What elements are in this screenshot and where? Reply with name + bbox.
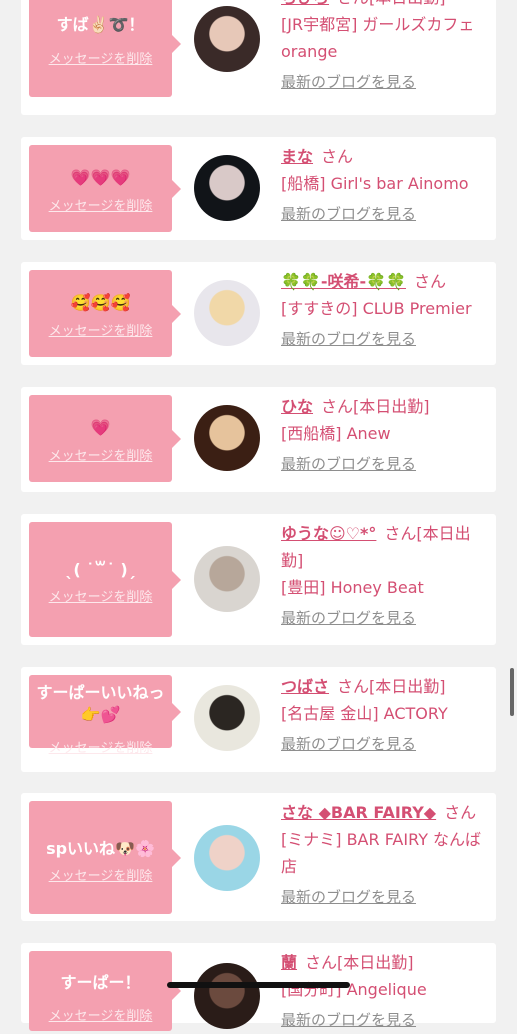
delete-message-link[interactable]: メッセージを削除 bbox=[29, 320, 172, 339]
cast-info: 蘭さん[本日出勤] [国分町] Angelique 最新のブログを見る bbox=[281, 949, 491, 1034]
attendance-status: [本日出勤] bbox=[337, 953, 414, 972]
honorific: さん bbox=[384, 524, 417, 543]
message-text: すーぱー！ bbox=[60, 973, 141, 992]
cast-name-link[interactable]: ちひろ bbox=[281, 0, 329, 7]
cast-info: ゆうな☺︎♡*° さん[本日出勤] [豊田] Honey Beat 最新のブログを見る bbox=[281, 520, 491, 632]
shop-name: [国分町] Angelique bbox=[281, 980, 427, 999]
shop-name: [西船橋] Anew bbox=[281, 424, 391, 443]
honorific: さん bbox=[321, 397, 354, 416]
cast-name-line: つばさ さん[本日出勤] bbox=[281, 673, 491, 700]
message-text: すば✌🏻➰！ bbox=[56, 15, 145, 34]
delete-message-link[interactable]: メッセージを削除 bbox=[29, 737, 172, 756]
latest-blog-link[interactable]: 最新のブログを見る bbox=[281, 605, 491, 632]
latest-blog-link[interactable]: 最新のブログを見る bbox=[281, 326, 491, 353]
honorific: さん bbox=[321, 147, 354, 166]
shop-name: [JR宇都宮] ガールズカフェ orange bbox=[281, 15, 475, 61]
cast-info: まな さん [船橋] Girl's bar Ainomo 最新のブログを見る bbox=[281, 143, 491, 228]
message-text: ˎ( ˙꒳˙ )ˏ bbox=[65, 560, 136, 579]
message-text: すーぱーいいねっ👉💕 bbox=[36, 683, 165, 724]
cast-name-line: ちひろ さん[本日出勤] bbox=[281, 0, 491, 11]
avatar[interactable] bbox=[194, 280, 260, 346]
delete-message-link[interactable]: メッセージを削除 bbox=[29, 586, 172, 605]
avatar[interactable] bbox=[194, 685, 260, 751]
message-card: すーぱーいいねっ👉💕 メッセージを削除 つばさ さん[本日出勤] [名古屋 金山] AC… bbox=[21, 667, 496, 772]
cast-name-link[interactable]: ひな bbox=[281, 397, 313, 416]
delete-message-link[interactable]: メッセージを削除 bbox=[29, 865, 172, 884]
message-bubble: すば✌🏻➰！ メッセージを削除 bbox=[29, 0, 181, 97]
cast-name-line: ひな さん[本日出勤] bbox=[281, 393, 491, 420]
message-card: 🥰🥰🥰 メッセージを削除 🍀🍀-咲希-🍀🍀 さん [すすきの] CLUB Premier… bbox=[21, 262, 496, 365]
delete-message-link[interactable]: メッセージを削除 bbox=[29, 48, 172, 67]
cast-name-line: ゆうな☺︎♡*° さん[本日出勤] bbox=[281, 520, 491, 574]
delete-message-link[interactable]: メッセージを削除 bbox=[29, 195, 172, 214]
message-card: 💗💗💗 メッセージを削除 まな さん [船橋] Girl's bar Ainomo 最新の… bbox=[21, 137, 496, 240]
delete-message-link[interactable]: メッセージを削除 bbox=[29, 445, 172, 464]
cast-info: 🍀🍀-咲希-🍀🍀 さん [すすきの] CLUB Premier 最新のブログを見る bbox=[281, 268, 491, 353]
honorific: さん bbox=[444, 803, 477, 822]
cast-name-line: 🍀🍀-咲希-🍀🍀 さん bbox=[281, 268, 491, 295]
message-card: spいいね🐶🌸 メッセージを削除 さな ◆BAR FAIRY◆ さん [ミナミ] BAR… bbox=[21, 793, 496, 921]
cast-name-link[interactable]: まな bbox=[281, 147, 313, 166]
latest-blog-link[interactable]: 最新のブログを見る bbox=[281, 69, 491, 96]
cast-name-link[interactable]: さな ◆BAR FAIRY◆ bbox=[281, 803, 436, 822]
cast-info: さな ◆BAR FAIRY◆ さん [ミナミ] BAR FAIRY なんば店最新のブ… bbox=[281, 799, 491, 911]
scrollbar[interactable] bbox=[510, 668, 514, 716]
message-bubble: すーぱー！ メッセージを削除 bbox=[29, 951, 181, 1031]
cast-info: ひな さん[本日出勤] [西船橋] Anew 最新のブログを見る bbox=[281, 393, 491, 478]
attendance-status: [本日出勤] bbox=[353, 397, 430, 416]
message-bubble: 💗💗💗 メッセージを削除 bbox=[29, 145, 181, 232]
honorific: さん bbox=[337, 0, 369, 7]
avatar[interactable] bbox=[194, 963, 260, 1029]
message-text: 🥰🥰🥰 bbox=[70, 293, 131, 312]
message-bubble: 💗 メッセージを削除 bbox=[29, 395, 181, 482]
message-card: すば✌🏻➰！ メッセージを削除 ちひろ さん[本日出勤] [JR宇都宮] ガールズカフェ… bbox=[21, 0, 496, 115]
attendance-status: [本日出勤] bbox=[369, 0, 446, 7]
message-card: 💗 メッセージを削除 ひな さん[本日出勤] [西船橋] Anew 最新のブログを見る bbox=[21, 387, 496, 492]
avatar[interactable] bbox=[194, 405, 260, 471]
message-text: spいいね🐶🌸 bbox=[46, 839, 155, 858]
cast-name-link[interactable]: 蘭 bbox=[281, 953, 297, 972]
message-bubble: ˎ( ˙꒳˙ )ˏ メッセージを削除 bbox=[29, 522, 181, 637]
honorific: さん bbox=[337, 677, 370, 696]
cast-name-link[interactable]: ゆうな☺︎♡*° bbox=[281, 524, 376, 543]
home-indicator[interactable] bbox=[167, 982, 350, 988]
delete-message-link[interactable]: メッセージを削除 bbox=[29, 1005, 172, 1024]
shop-name: [ミナミ] BAR FAIRY なんば店 bbox=[281, 830, 482, 876]
honorific: さん bbox=[413, 272, 446, 291]
honorific: さん bbox=[305, 953, 338, 972]
latest-blog-link[interactable]: 最新のブログを見る bbox=[281, 201, 491, 228]
shop-name: [すすきの] CLUB Premier bbox=[281, 299, 472, 318]
message-text: 💗 bbox=[90, 418, 111, 437]
cast-name-line: まな さん bbox=[281, 143, 491, 170]
message-text: 💗💗💗 bbox=[70, 168, 131, 187]
message-bubble: 🥰🥰🥰 メッセージを削除 bbox=[29, 270, 181, 357]
latest-blog-link[interactable]: 最新のブログを見る bbox=[281, 731, 491, 758]
shop-name: [船橋] Girl's bar Ainomo bbox=[281, 174, 469, 193]
latest-blog-link[interactable]: 最新のブログを見る bbox=[281, 1007, 491, 1034]
message-card: ˎ( ˙꒳˙ )ˏ メッセージを削除 ゆうな☺︎♡*° さん[本日出勤] [豊田] Ho… bbox=[21, 514, 496, 645]
cast-name-link[interactable]: 🍀🍀-咲希-🍀🍀 bbox=[281, 272, 406, 291]
shop-name: [豊田] Honey Beat bbox=[281, 578, 424, 597]
avatar[interactable] bbox=[194, 6, 260, 72]
message-bubble: すーぱーいいねっ👉💕 メッセージを削除 bbox=[29, 675, 181, 756]
cast-info: ちひろ さん[本日出勤] [JR宇都宮] ガールズカフェ orange 最新のブログを… bbox=[281, 0, 491, 96]
cast-name-line: さな ◆BAR FAIRY◆ さん bbox=[281, 799, 491, 826]
cast-name-link[interactable]: つばさ bbox=[281, 677, 329, 696]
avatar[interactable] bbox=[194, 546, 260, 612]
message-bubble: spいいね🐶🌸 メッセージを削除 bbox=[29, 801, 181, 914]
cast-info: つばさ さん[本日出勤] [名古屋 金山] ACTORY 最新のブログを見る bbox=[281, 673, 491, 758]
shop-name: [名古屋 金山] ACTORY bbox=[281, 704, 448, 723]
avatar[interactable] bbox=[194, 155, 260, 221]
latest-blog-link[interactable]: 最新のブログを見る bbox=[281, 884, 491, 911]
avatar[interactable] bbox=[194, 825, 260, 891]
latest-blog-link[interactable]: 最新のブログを見る bbox=[281, 451, 491, 478]
attendance-status: [本日出勤] bbox=[369, 677, 446, 696]
cast-name-line: 蘭さん[本日出勤] bbox=[281, 949, 491, 976]
